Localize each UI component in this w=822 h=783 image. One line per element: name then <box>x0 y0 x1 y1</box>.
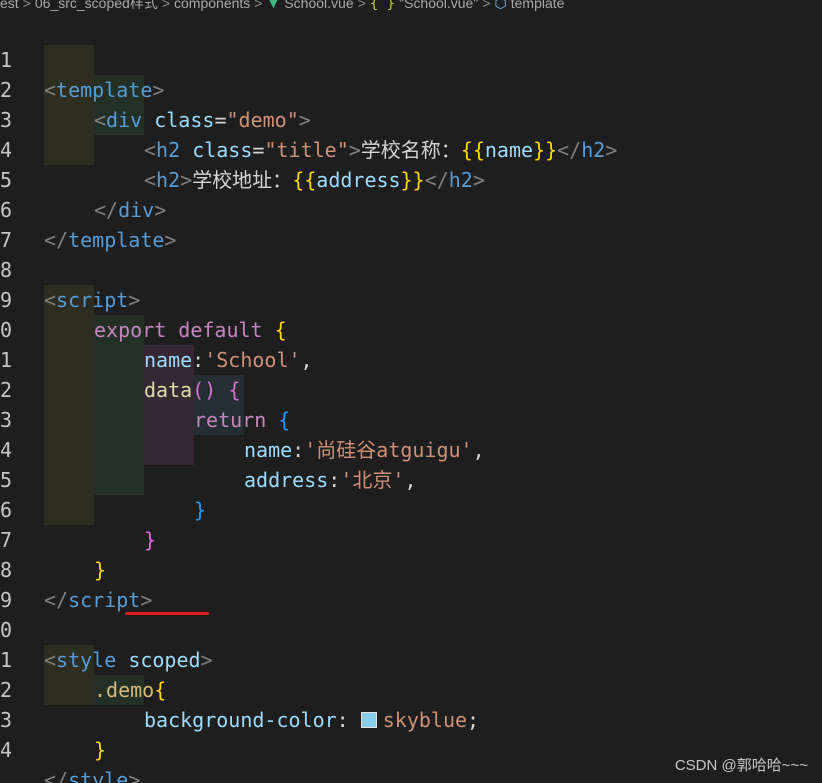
breadcrumb-item-root[interactable]: est <box>0 0 19 12</box>
code-line[interactable]: 2 <div class="demo"> <box>0 45 822 132</box>
code-line[interactable]: 8 <script> <box>0 225 822 312</box>
chevron-right-icon: > <box>482 0 491 11</box>
code-line[interactable]: 9 <box>0 555 822 612</box>
braces-icon: { } <box>369 0 396 12</box>
code-line[interactable]: 2 return { <box>0 345 822 432</box>
token: } <box>94 738 107 762</box>
code-line[interactable]: 0 name:'School', <box>0 285 822 372</box>
breadcrumb-item-template[interactable]: template <box>511 0 565 12</box>
line-number: 4 <box>0 738 12 762</box>
code-line[interactable]: 0 <style scoped> <box>0 585 822 672</box>
breadcrumb-item-module[interactable]: "School.vue" <box>399 0 478 12</box>
chevron-right-icon: > <box>22 0 31 11</box>
vue-file-icon: ▼ <box>266 0 281 11</box>
code-line[interactable]: 2 background-color: skyblue; <box>0 645 822 732</box>
code-line[interactable]: 4 </style> <box>0 705 822 783</box>
cube-icon: ⬡ <box>494 0 507 11</box>
code-line[interactable]: 7 <box>0 195 822 252</box>
watermark: CSDN @郭哈哈~~~ <box>674 757 808 774</box>
code-line[interactable]: 1 <template> <box>0 15 822 102</box>
code-line[interactable]: 6 } <box>0 465 822 552</box>
code-line[interactable]: 5 </div> <box>0 135 822 222</box>
token: > <box>128 768 141 783</box>
code-line[interactable]: 4 address:'北京', <box>0 405 822 492</box>
breadcrumb-item-folder[interactable]: 06_src_scoped样式 <box>35 0 158 12</box>
chevron-right-icon: > <box>254 0 263 11</box>
token: </ <box>44 768 69 783</box>
breadcrumb-item-components[interactable]: components <box>174 0 250 12</box>
chevron-right-icon: > <box>161 0 171 11</box>
chevron-right-icon: > <box>357 0 366 11</box>
breadcrumb: est >06_src_scoped样式 > components > ▼ School.v… <box>0 0 822 12</box>
code-line[interactable]: 7 } <box>0 495 822 582</box>
code-line[interactable]: 3 name:'尚硅谷atguigu', <box>0 375 822 462</box>
annotation-underline <box>125 612 209 615</box>
code-line[interactable]: 1 data() { <box>0 315 822 402</box>
code-editor[interactable]: 1 <template> 2 <div class="demo"> 3 <h2 … <box>0 15 822 783</box>
code-line[interactable]: 6 </template> <box>0 165 822 252</box>
code-line[interactable]: 4 <h2>学校地址：{{address}}</h2> <box>0 105 822 192</box>
code-line[interactable]: 1 .demo{ <box>0 615 822 702</box>
code-line[interactable]: 5 } <box>0 435 822 522</box>
token: style <box>68 768 129 783</box>
code-line[interactable]: 9 export default { <box>0 255 822 342</box>
code-line[interactable]: 3 } <box>0 675 822 762</box>
code-line[interactable]: 8 </script> <box>0 525 822 612</box>
code-line[interactable]: 3 <h2 class="title">学校名称：{{name}}</h2> <box>0 75 822 162</box>
breadcrumb-item-file[interactable]: School.vue <box>284 0 353 12</box>
